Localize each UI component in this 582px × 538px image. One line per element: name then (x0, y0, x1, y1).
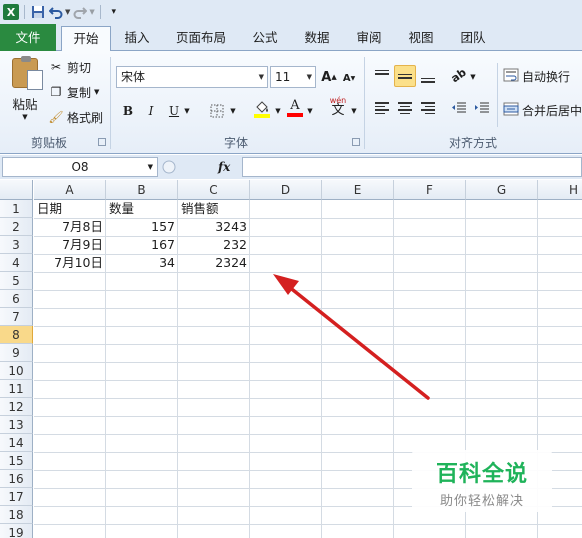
watermark-title: 百科全说 (435, 462, 528, 487)
copy-dropdown-icon[interactable]: ▼ (94, 88, 99, 96)
quick-access-toolbar: X ▼ ▼ ▾ (0, 0, 582, 24)
paste-icon (12, 56, 43, 90)
font-color-dropdown-icon[interactable]: ▼ (305, 101, 315, 121)
ribbon-panel: 粘贴 ▼ ✂ 剪切 ❐ 复制 ▼ 🖌 格式刷 剪贴板 宋体 ▼ 11 ▼ A ▲ … (0, 51, 582, 154)
orientation-button[interactable]: ab (448, 65, 470, 85)
align-center-button[interactable] (394, 97, 416, 119)
wrap-text-label: 自动换行 (522, 69, 571, 84)
merge-center-label: 合并后居中 (522, 103, 582, 118)
decrease-indent-icon (452, 102, 466, 113)
insert-function-button[interactable]: fx (218, 157, 230, 177)
undo-dropdown-icon[interactable]: ▼ (65, 8, 70, 16)
clipboard-launcher-icon[interactable] (98, 138, 106, 146)
tab-view[interactable]: 视图 (401, 26, 441, 51)
group-divider (497, 97, 498, 127)
excel-logo-icon: X (3, 4, 19, 20)
wrap-text-button[interactable]: 自动换行 (503, 66, 570, 86)
tab-formulas[interactable]: 公式 (245, 26, 285, 51)
bold-button[interactable]: B (120, 101, 136, 121)
redo-dropdown-icon[interactable]: ▼ (89, 8, 94, 16)
name-box[interactable]: O8 ▼ (2, 157, 158, 177)
tab-home[interactable]: 开始 (61, 26, 111, 52)
format-painter-button[interactable]: 🖌 格式刷 (48, 107, 103, 127)
tab-data[interactable]: 数据 (297, 26, 337, 51)
grow-font-button[interactable]: A ▲ (320, 67, 338, 87)
fill-color-dropdown-icon[interactable]: ▼ (273, 101, 283, 121)
tab-team[interactable]: 团队 (453, 26, 493, 51)
tab-review[interactable]: 审阅 (349, 26, 389, 51)
ribbon-tabs: 文件 开始 插入 页面布局 公式 数据 审阅 视图 团队 (0, 24, 582, 52)
cut-button[interactable]: ✂ 剪切 (48, 57, 91, 77)
fill-color-swatch (254, 113, 270, 118)
align-middle-button[interactable] (394, 65, 416, 87)
clipboard-group-label: 剪贴板 (30, 136, 67, 150)
merge-center-button[interactable]: 合并后居中 (503, 100, 582, 120)
copy-button[interactable]: ❐ 复制 ▼ (48, 82, 100, 102)
text-orientation-icon: ab (448, 65, 469, 85)
increase-indent-button[interactable] (472, 98, 492, 118)
font-name-dropdown-icon[interactable]: ▼ (259, 67, 264, 87)
align-bottom-button[interactable] (417, 65, 439, 87)
tab-file[interactable]: 文件 (0, 24, 56, 51)
shrink-font-icon: ▼ (350, 74, 356, 82)
name-box-dropdown-icon[interactable]: ▼ (148, 158, 153, 176)
qat-divider (99, 5, 101, 19)
group-divider (110, 57, 111, 149)
tab-page-layout[interactable]: 页面布局 (170, 26, 232, 51)
phonetic-button[interactable]: wén 文 (326, 96, 350, 117)
resize-handle-icon[interactable] (162, 159, 176, 175)
formula-controls: fx (162, 157, 242, 177)
align-right-button[interactable] (417, 97, 439, 119)
font-size-value: 11 (275, 70, 291, 84)
customize-toolbar-icon[interactable]: ▾ (106, 4, 122, 20)
undo-icon[interactable] (48, 4, 64, 20)
scissors-icon: ✂ (50, 60, 62, 74)
formula-bar: O8 ▼ fx (0, 155, 582, 179)
wrap-text-icon (503, 68, 519, 85)
copy-label: 复制 (67, 85, 92, 100)
save-icon[interactable] (30, 4, 46, 20)
underline-dropdown-icon[interactable]: ▼ (182, 101, 192, 121)
font-size-combo[interactable]: 11 ▼ (270, 66, 316, 88)
cut-label: 剪切 (67, 60, 92, 75)
qat-divider (24, 5, 25, 19)
underline-button[interactable]: U (166, 101, 182, 121)
increase-indent-icon (475, 102, 489, 113)
shrink-font-button[interactable]: A ▼ (341, 68, 357, 88)
border-button[interactable] (208, 101, 226, 121)
font-name-value: 宋体 (121, 70, 146, 84)
align-top-button[interactable] (371, 65, 393, 87)
copy-icon: ❐ (50, 85, 62, 99)
border-icon (210, 104, 224, 118)
brush-icon: 🖌 (48, 110, 64, 124)
watermark: 百科全说 助你轻松解决 (412, 450, 552, 512)
font-group-label: 字体 (223, 136, 248, 150)
align-left-button[interactable] (371, 97, 393, 119)
font-color-button[interactable]: A (286, 98, 304, 118)
decrease-indent-button[interactable] (449, 98, 469, 118)
redo-icon[interactable] (72, 4, 88, 20)
name-box-value: O8 (71, 160, 89, 174)
font-name-combo[interactable]: 宋体 ▼ (116, 66, 268, 88)
formula-input[interactable] (242, 157, 582, 177)
group-divider (364, 57, 365, 149)
grow-font-icon: ▲ (331, 73, 337, 81)
font-size-dropdown-icon[interactable]: ▼ (307, 67, 312, 87)
paint-bucket-icon (256, 100, 268, 113)
alignment-group-label: 对齐方式 (448, 136, 497, 150)
font-launcher-icon[interactable] (352, 138, 360, 146)
paste-dropdown-icon[interactable]: ▼ (6, 113, 44, 121)
merge-cells-icon (503, 102, 519, 119)
italic-button[interactable]: I (143, 101, 159, 121)
border-dropdown-icon[interactable]: ▼ (228, 101, 238, 121)
watermark-subtitle: 助你轻松解决 (439, 494, 524, 509)
tab-insert[interactable]: 插入 (116, 26, 158, 51)
paste-button[interactable]: 粘贴 ▼ (6, 56, 44, 128)
orientation-dropdown-icon[interactable]: ▼ (469, 67, 477, 87)
phonetic-dropdown-icon[interactable]: ▼ (349, 101, 359, 121)
font-color-swatch (287, 113, 303, 117)
format-painter-label: 格式刷 (67, 110, 104, 125)
paste-label: 粘贴 (12, 97, 38, 112)
fill-color-button[interactable] (252, 99, 272, 119)
